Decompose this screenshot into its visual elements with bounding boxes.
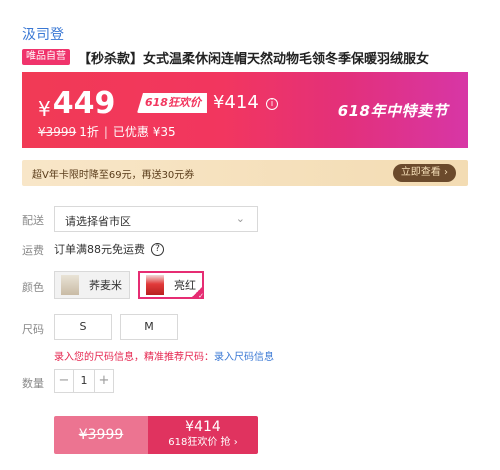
color-thumbnail — [146, 275, 164, 295]
original-price: ¥3999 — [38, 124, 77, 139]
promo-price: ¥414 — [212, 92, 259, 113]
vip-promo-text: 超V年卡限时降至69元，再送30元券 — [32, 170, 195, 181]
size-info-link[interactable]: 录入尺码信息 — [214, 352, 274, 363]
buy-button-group: ¥3999 ¥414 618狂欢价 抢 › — [54, 416, 258, 454]
size-label: 尺码 — [22, 323, 44, 336]
region-placeholder: 请选择省市区 — [65, 215, 131, 228]
price-banner: ¥ 449 618狂欢价 ¥414 i ¥3999 1折 | 已优惠 ¥35 6… — [22, 72, 468, 148]
size-tip: 录入您的尺码信息，精准推荐尺码：录入尺码信息 — [54, 348, 274, 363]
currency-symbol: ¥ — [38, 97, 51, 121]
product-detail-panel: 汲司登 唯品自营 【秒杀款】女式温柔休闲连帽天然动物毛领冬季保暖羽绒服女 ¥ 4… — [0, 0, 500, 470]
size-option-m[interactable]: M — [120, 314, 178, 340]
current-price: ¥ 449 — [38, 86, 116, 121]
vip-promo-strip: 超V年卡限时降至69元，再送30元券 立即查看 › — [22, 160, 468, 186]
buy-promo-price: ¥414 — [185, 419, 221, 435]
size-tip-text: 录入您的尺码信息，精准推荐尺码： — [54, 352, 214, 363]
promo-price-pill: 618狂欢价 ¥414 — [137, 91, 259, 115]
buy-promo-label: 618狂欢价 抢 › — [168, 437, 238, 448]
info-icon[interactable]: i — [266, 98, 278, 110]
quantity-minus-button[interactable]: − — [55, 370, 73, 392]
original-price-button[interactable]: ¥3999 — [54, 416, 148, 454]
shipping-info: 订单满88元免运费 ? — [54, 241, 164, 257]
quantity-label: 数量 — [22, 377, 44, 390]
quantity-plus-button[interactable]: + — [95, 370, 113, 392]
color-option-buckwheat[interactable]: 荞麦米 — [54, 271, 130, 299]
product-title: 【秒杀款】女式温柔休闲连帽天然动物毛领冬季保暖羽绒服女 — [78, 51, 430, 67]
price-sub-line: ¥3999 1折 | 已优惠 ¥35 — [38, 123, 176, 140]
chevron-down-icon: ⌄ — [235, 212, 245, 225]
buy-original-price: ¥3999 — [78, 427, 124, 443]
color-thumbnail — [61, 275, 79, 295]
quantity-value[interactable]: 1 — [73, 370, 95, 392]
price-value: 449 — [52, 86, 116, 121]
selected-check-icon: ✓ — [190, 285, 204, 300]
size-option-s[interactable]: S — [54, 314, 112, 340]
saved-amount: 已优惠 ¥35 — [112, 125, 176, 139]
question-icon[interactable]: ? — [151, 242, 164, 256]
color-label: 颜色 — [22, 281, 44, 294]
quantity-stepper: − 1 + — [54, 369, 114, 393]
color-option-bright-red[interactable]: 亮红 ✓ — [138, 271, 204, 300]
title-row: 唯品自营 【秒杀款】女式温柔休闲连帽天然动物毛领冬季保暖羽绒服女 — [22, 48, 430, 67]
festival-label: 618年中特卖节 — [337, 102, 448, 120]
shipping-label: 运费 — [22, 244, 44, 257]
self-operated-badge: 唯品自营 — [22, 49, 70, 65]
discount-rate: 1折 — [79, 125, 99, 139]
view-now-button[interactable]: 立即查看 › — [392, 164, 456, 182]
delivery-label: 配送 — [22, 214, 44, 227]
promo-label: 618狂欢价 — [137, 93, 207, 113]
brand-name[interactable]: 汲司登 — [22, 24, 64, 44]
region-select[interactable]: 请选择省市区 ⌄ — [54, 206, 258, 232]
promo-buy-button[interactable]: ¥414 618狂欢价 抢 › — [148, 416, 258, 454]
shipping-text: 订单满88元免运费 — [54, 243, 145, 256]
separator: | — [103, 124, 108, 139]
color-option-label: 荞麦米 — [89, 279, 122, 292]
